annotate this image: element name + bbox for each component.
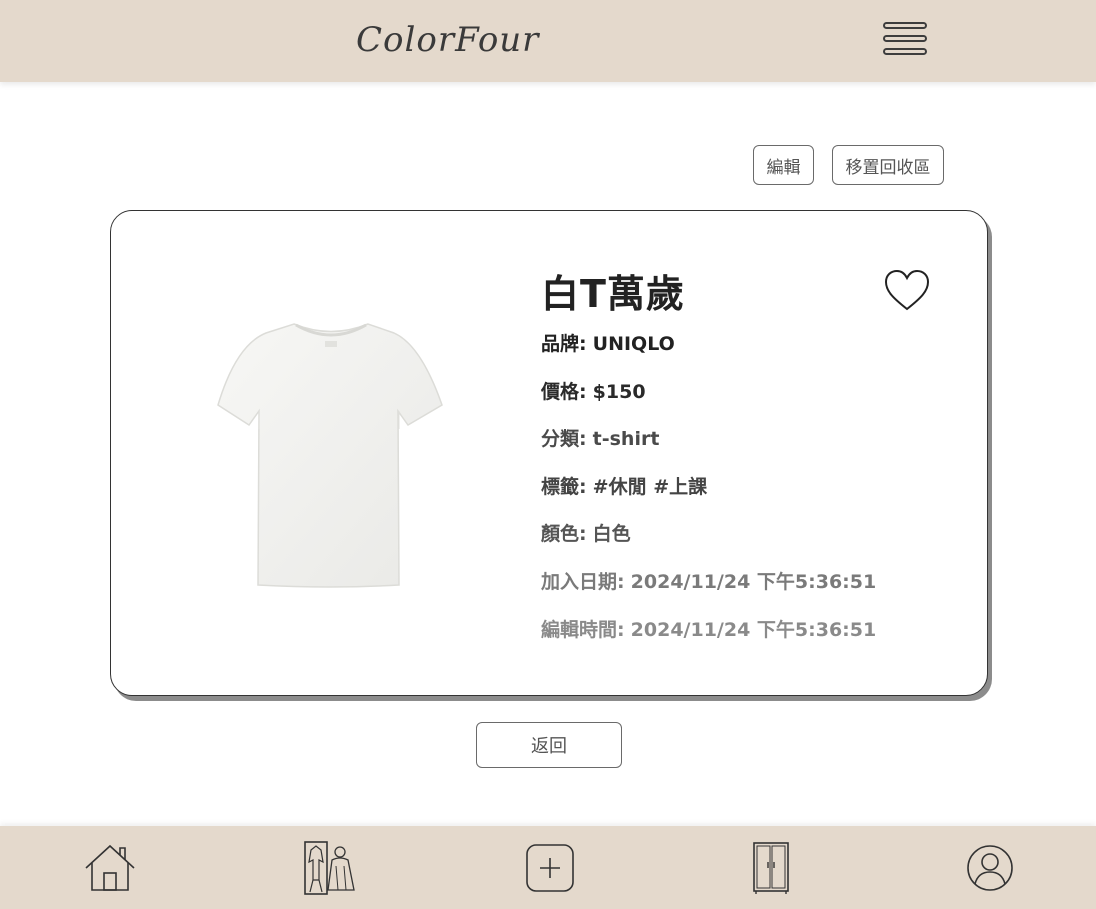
added-date-row: 加入日期: 2024/11/24 下午5:36:51 [541,567,876,594]
price-row: 價格: $150 [541,377,646,404]
tags-row: 標籤: #休閒 #上課 [541,472,707,499]
edited-time-row: 編輯時間: 2024/11/24 下午5:36:51 [541,615,876,642]
item-detail-card: 白T萬歲 品牌: UNIQLO 價格: $150 分類: t-shirt 標籤:… [110,210,988,696]
category-label: 分類: [541,428,587,450]
price-value: $150 [592,381,646,403]
color-label: 顏色: [541,523,587,545]
hamburger-menu-icon[interactable] [882,20,930,62]
brand-value: UNIQLO [592,333,675,355]
category-value: t-shirt [592,428,660,450]
wardrobe-icon[interactable] [742,840,798,896]
tags-label: 標籤: [541,476,587,498]
added-date-label: 加入日期: [541,571,625,593]
tags-value: #休閒 #上課 [592,476,708,498]
item-name: 白T萬歲 [541,272,685,316]
color-row: 顏色: 白色 [541,519,631,546]
profile-icon[interactable] [962,840,1018,896]
price-label: 價格: [541,381,587,403]
category-row: 分類: t-shirt [541,424,659,451]
move-to-trash-button[interactable]: 移置回收區 [832,145,944,185]
heart-outline-icon[interactable] [883,267,931,315]
app-logo[interactable]: ColorFour [356,14,538,66]
add-icon[interactable] [522,840,578,896]
outfit-icon[interactable] [302,840,358,896]
top-bar: ColorFour [0,0,1096,82]
color-value: 白色 [592,523,631,545]
added-date-value: 2024/11/24 下午5:36:51 [630,571,877,593]
bottom-nav-bar [0,826,1096,909]
back-button[interactable]: 返回 [476,722,622,768]
brand-row: 品牌: UNIQLO [541,329,675,356]
edited-time-value: 2024/11/24 下午5:36:51 [630,619,877,641]
edited-time-label: 編輯時間: [541,619,625,641]
home-icon[interactable] [82,840,138,896]
edit-button[interactable]: 編輯 [753,145,814,185]
brand-label: 品牌: [541,333,587,355]
white-tshirt-image [217,323,443,588]
